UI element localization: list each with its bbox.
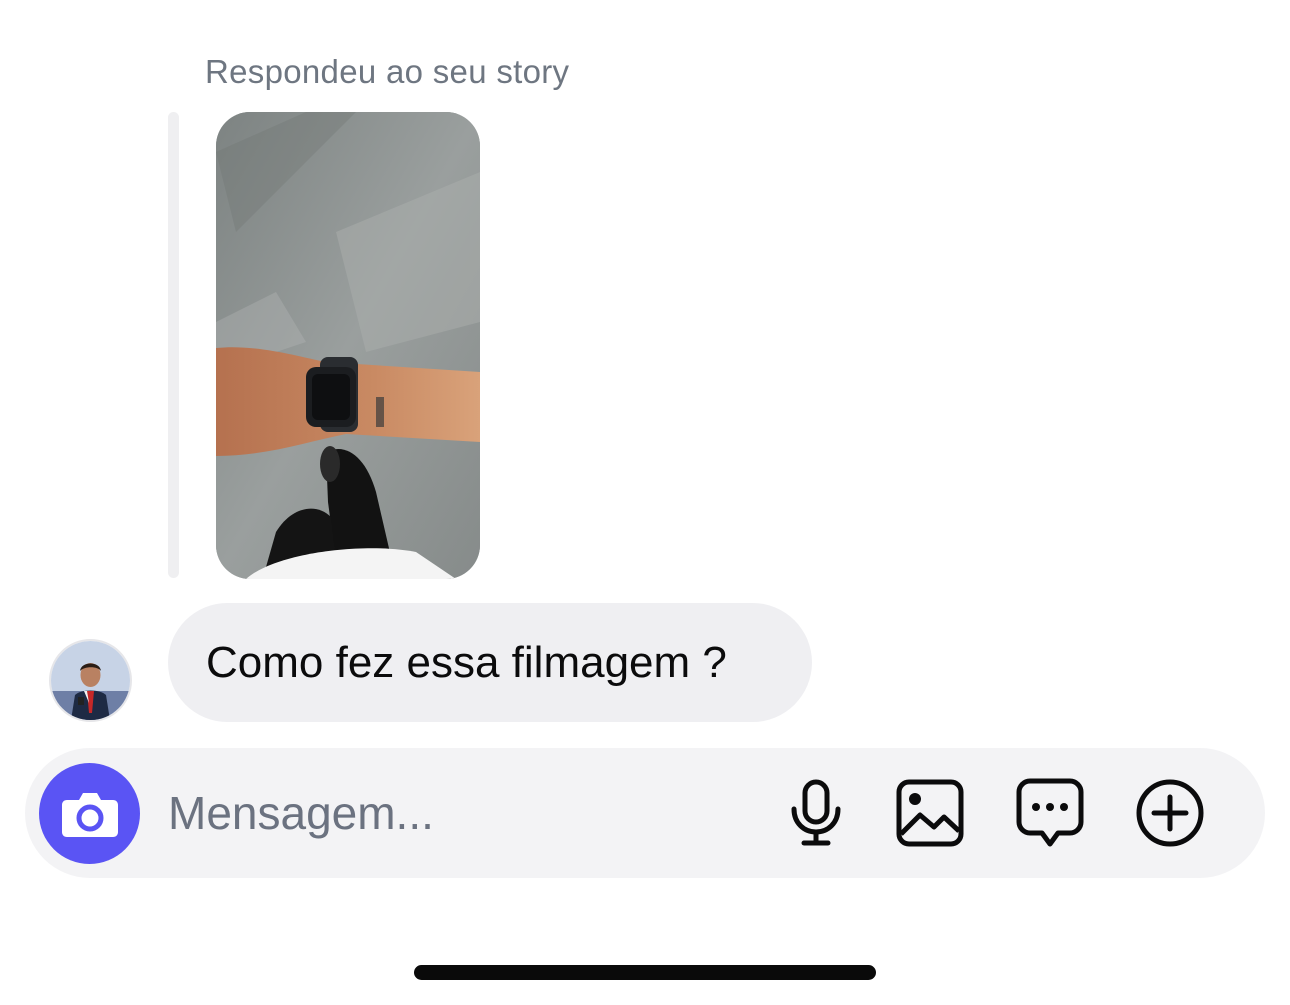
message-input[interactable] — [168, 783, 768, 843]
story-reply-caption: Respondeu ao seu story — [205, 53, 570, 90]
message-composer — [25, 748, 1265, 878]
microphone-button[interactable] — [780, 777, 852, 849]
camera-icon — [61, 792, 118, 837]
chat-screen: Respondeu ao seu story Como fez essa fil… — [0, 0, 1290, 1005]
home-indicator[interactable] — [414, 965, 876, 980]
camera-button[interactable] — [39, 763, 140, 864]
sticker-chat-icon — [1016, 778, 1084, 847]
plus-circle-icon — [1136, 779, 1204, 847]
reply-indicator-bar — [168, 112, 179, 578]
story-thumbnail[interactable] — [216, 112, 480, 579]
gallery-icon — [896, 779, 964, 847]
sender-avatar[interactable] — [49, 639, 132, 722]
more-options-button[interactable] — [1134, 777, 1206, 849]
message-bubble[interactable]: Como fez essa filmagem ? — [168, 603, 812, 722]
story-image — [216, 112, 480, 579]
sticker-chat-button[interactable] — [1014, 777, 1086, 849]
gallery-button[interactable] — [894, 777, 966, 849]
message-text: Como fez essa filmagem ? — [206, 637, 727, 687]
microphone-icon — [791, 779, 841, 846]
